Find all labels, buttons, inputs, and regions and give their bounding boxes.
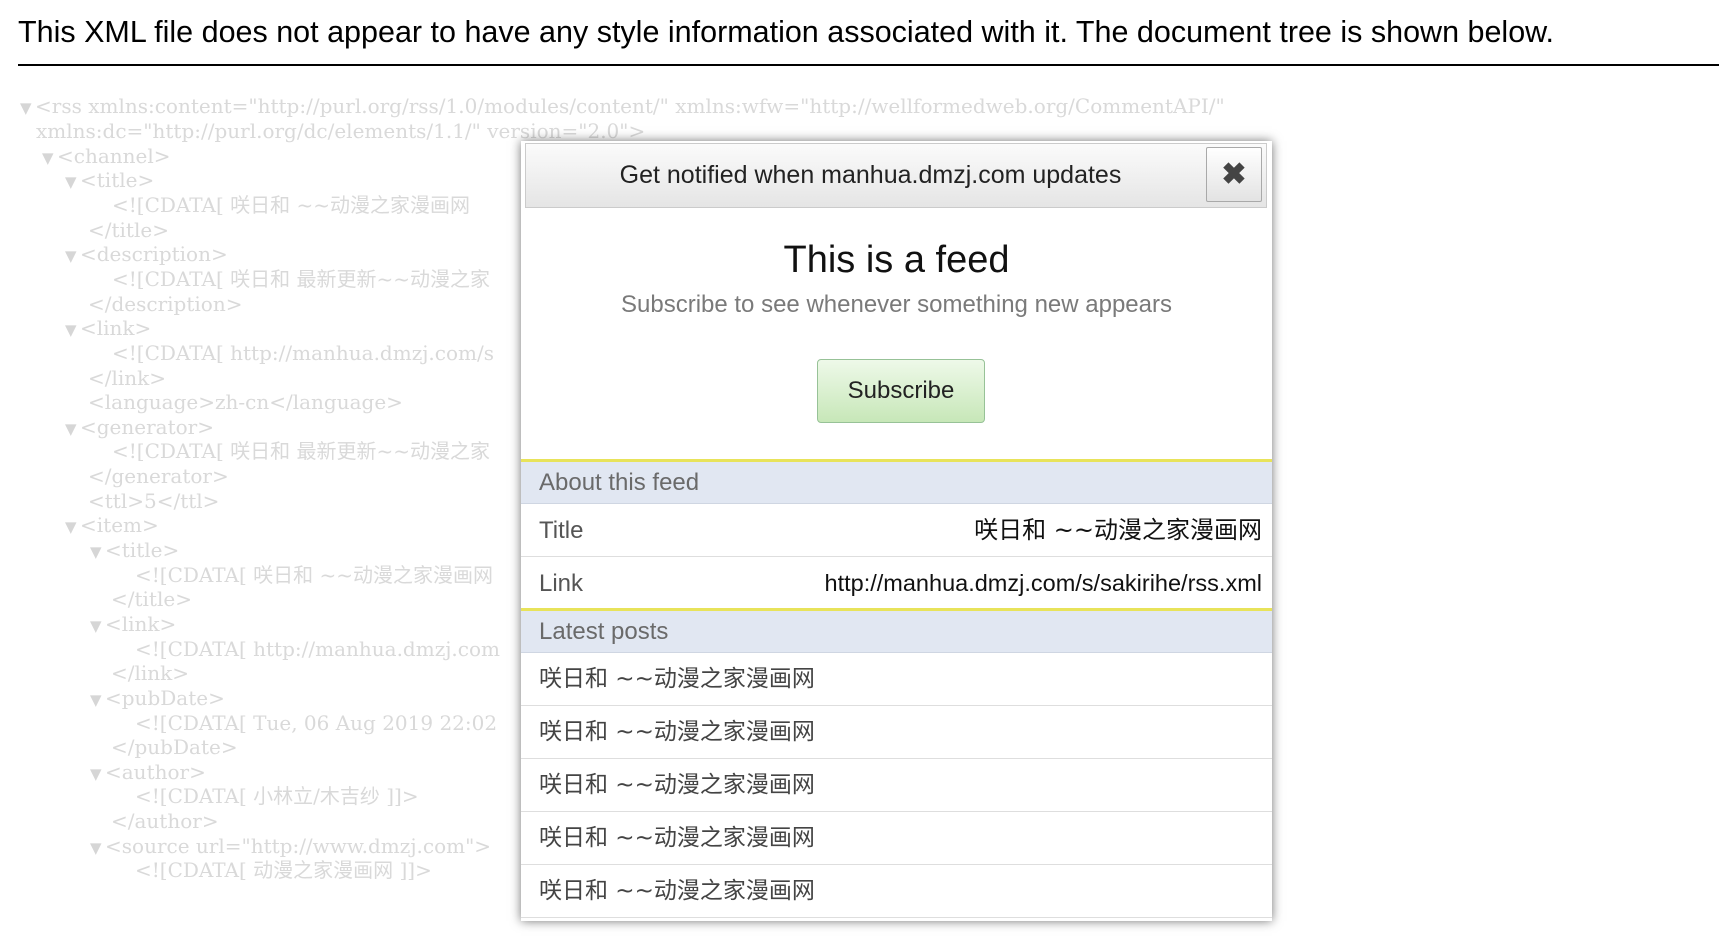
latest-post-item[interactable]: 咲日和 ~~动漫之家漫画网 — [521, 653, 1272, 706]
xml-line: <![CDATA[ http://manhua.dmzj.com — [135, 637, 500, 661]
latest-post-item[interactable]: 咲日和 ~~动漫之家漫画网 — [521, 759, 1272, 812]
collapse-toggle-icon[interactable]: ▼ — [90, 539, 105, 566]
collapse-toggle-icon[interactable]: ▼ — [65, 416, 80, 443]
xml-line[interactable]: ▼ <description> — [65, 241, 228, 268]
about-feed-header: About this feed — [521, 459, 1272, 504]
xml-line[interactable]: ▼ <title> — [65, 167, 154, 194]
xml-line: <![CDATA[ 咲日和 最新更新~~动漫之家 — [112, 439, 491, 463]
collapse-toggle-icon[interactable]: ▼ — [65, 317, 80, 344]
xml-line[interactable]: ▼ <item> — [65, 512, 159, 539]
xml-line[interactable]: ▼ <pubDate> — [90, 685, 225, 712]
latest-posts-header: Latest posts — [521, 608, 1272, 653]
collapse-toggle-icon[interactable]: ▼ — [65, 243, 80, 270]
xml-line: <![CDATA[ 咲日和 ~~动漫之家漫画网 — [112, 193, 471, 217]
xml-line: <![CDATA[ 小林立/木吉纱 ]]> — [135, 784, 419, 808]
collapse-toggle-icon[interactable]: ▼ — [20, 95, 35, 122]
popup-title: Get notified when manhua.dmzj.com update… — [619, 161, 1122, 189]
xml-line: </pubDate> — [111, 735, 238, 759]
subscribe-button[interactable]: Subscribe — [817, 359, 985, 423]
xml-line[interactable]: ▼ <rss xmlns:content="http://purl.org/rss… — [20, 93, 1225, 120]
xml-line: <![CDATA[ Tue, 06 Aug 2019 22:02 — [135, 711, 498, 735]
feed-heading: This is a feed — [783, 239, 1010, 281]
xml-line: <![CDATA[ 咲日和 最新更新~~动漫之家 — [112, 267, 491, 291]
xml-line: <language>zh-cn</language> — [88, 390, 403, 414]
about-row-label: Title — [539, 517, 584, 544]
divider — [18, 64, 1719, 66]
about-row-link: Link http://manhua.dmzj.com/s/sakirihe/r… — [521, 557, 1272, 610]
xml-line: </link> — [111, 661, 190, 685]
xml-line[interactable]: ▼ <link> — [90, 611, 176, 638]
xml-line: <![CDATA[ http://manhua.dmzj.com/s — [112, 341, 494, 365]
xml-line: </title> — [88, 218, 169, 242]
xml-line: </link> — [88, 366, 167, 390]
xml-line[interactable]: ▼ <author> — [90, 759, 206, 786]
collapse-toggle-icon[interactable]: ▼ — [90, 687, 105, 714]
latest-post-item[interactable]: 咲日和 ~~动漫之家漫画网 — [521, 706, 1272, 759]
xml-line[interactable]: ▼ <title> — [90, 537, 179, 564]
close-icon: ✖ — [1221, 157, 1247, 191]
collapse-toggle-icon[interactable]: ▼ — [90, 613, 105, 640]
close-button[interactable]: ✖ — [1206, 147, 1262, 202]
about-row-label: Link — [539, 570, 584, 597]
feed-subheading: Subscribe to see whenever something new … — [621, 291, 1172, 318]
popup-header: Get notified when manhua.dmzj.com update… — [525, 143, 1267, 208]
xml-line: </description> — [88, 292, 243, 316]
xml-line: </title> — [111, 587, 192, 611]
xml-style-notice: This XML file does not appear to have an… — [18, 15, 1554, 49]
xml-line: <![CDATA[ 咲日和 ~~动漫之家漫画网 — [135, 563, 494, 587]
xml-line[interactable]: ▼ <source url="http://www.dmzj.com"> — [90, 833, 491, 860]
xml-line: <ttl>5</ttl> — [88, 489, 220, 513]
collapse-toggle-icon[interactable]: ▼ — [90, 761, 105, 788]
collapse-toggle-icon[interactable]: ▼ — [65, 169, 80, 196]
feed-url-link[interactable]: http://manhua.dmzj.com/s/sakirihe/rss.xm… — [825, 557, 1263, 610]
xml-line: </generator> — [88, 464, 229, 488]
xml-line: </author> — [111, 809, 219, 833]
collapse-toggle-icon[interactable]: ▼ — [90, 835, 105, 862]
latest-post-item[interactable]: 咲日和 ~~动漫之家漫画网 — [521, 865, 1272, 918]
collapse-toggle-icon[interactable]: ▼ — [65, 514, 80, 541]
xml-line: <![CDATA[ 动漫之家漫画网 ]]> — [135, 858, 432, 882]
collapse-toggle-icon[interactable]: ▼ — [42, 145, 57, 172]
about-row-value: 咲日和 ~~动漫之家漫画网 — [974, 516, 1262, 544]
about-row-title: Title 咲日和 ~~动漫之家漫画网 — [521, 504, 1272, 557]
feed-subscribe-popup: Get notified when manhua.dmzj.com update… — [521, 141, 1272, 921]
latest-post-item[interactable]: 咲日和 ~~动漫之家漫画网 — [521, 812, 1272, 865]
xml-line[interactable]: ▼ <link> — [65, 315, 151, 342]
xml-line[interactable]: ▼ <generator> — [65, 414, 214, 441]
xml-line[interactable]: ▼ <channel> — [42, 143, 171, 170]
